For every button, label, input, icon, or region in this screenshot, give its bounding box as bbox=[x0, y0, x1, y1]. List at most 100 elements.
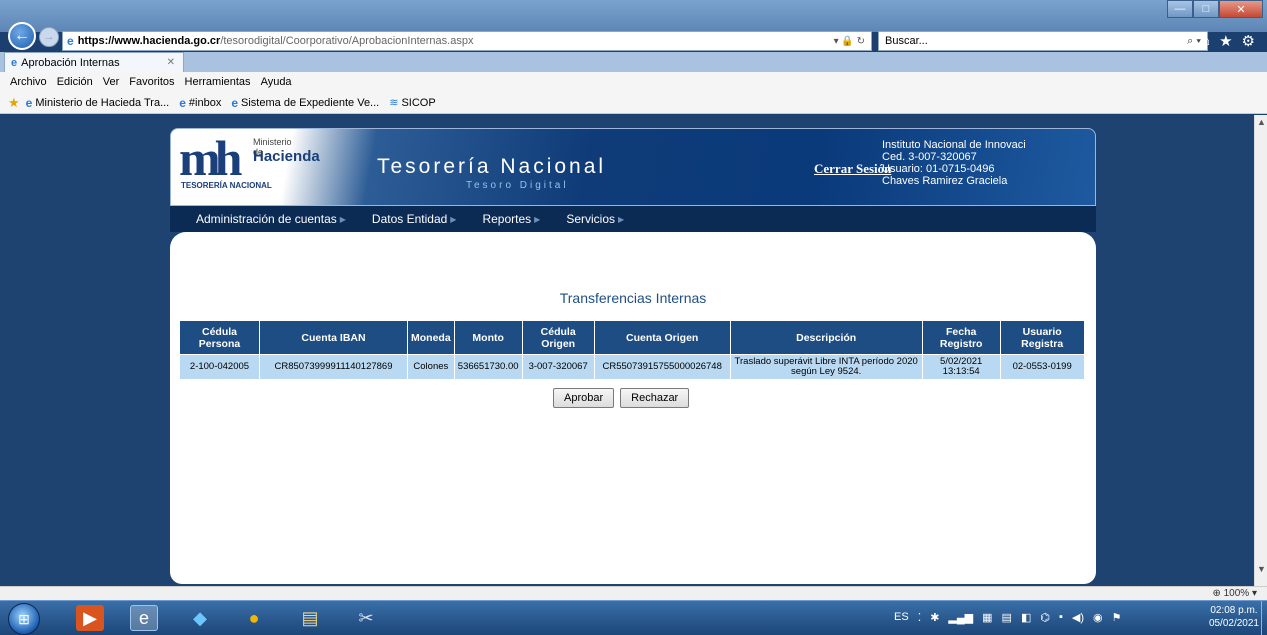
search-icon[interactable]: ⌕ ▾ bbox=[1187, 35, 1201, 48]
nav-servicios[interactable]: Servicios ▶ bbox=[566, 212, 624, 226]
nav-administracion-cuentas[interactable]: Administración de cuentas ▶ bbox=[196, 212, 346, 226]
table-header-row: Cédula Persona Cuenta IBAN Moneda Monto … bbox=[179, 320, 1085, 355]
chrome-icon[interactable]: ● bbox=[240, 605, 268, 631]
browser-toolbar-icons: ⌂ ★ ⚙ bbox=[1201, 32, 1255, 50]
vertical-scrollbar[interactable]: ▲ ▼ bbox=[1254, 115, 1267, 586]
menu-favoritos[interactable]: Favoritos bbox=[129, 76, 174, 88]
user-institution: Instituto Nacional de Innovaci bbox=[882, 139, 1026, 151]
col-monto: Monto bbox=[453, 320, 523, 355]
favorite-item-sicop[interactable]: ≋ SICOP bbox=[389, 96, 436, 110]
favorites-star-icon[interactable]: ★ bbox=[1219, 32, 1232, 50]
content-panel: Transferencias Internas Cédula Persona C… bbox=[170, 232, 1096, 584]
hacienda-logo: mh Ministerio de Hacienda TESORERÍA NACI… bbox=[179, 130, 320, 190]
nav-label: Administración de cuentas bbox=[196, 212, 337, 226]
ie-page-icon: e bbox=[25, 95, 33, 110]
window-titlebar: — □ ✕ bbox=[0, 0, 1267, 32]
address-bar[interactable]: e https:// www.hacienda.go.cr /tesorodig… bbox=[62, 31, 872, 51]
windows-taskbar: ⊞ ▶ e ◆ ● ▤ ✂ ES ⁚ ✱ ▂▄▆ ▦ ▤ ◧ ⌬ ▪ ◀) ◉ … bbox=[0, 600, 1267, 635]
tray-app4-icon[interactable]: ▪ bbox=[1059, 611, 1063, 624]
col-cedula-origen: Cédula Origen bbox=[521, 320, 595, 355]
arrow-right-icon: ▶ bbox=[339, 214, 346, 224]
tray-app3-icon[interactable]: ◧ bbox=[1021, 611, 1031, 624]
menu-herramientas[interactable]: Herramientas bbox=[185, 76, 251, 88]
language-indicator[interactable]: ES bbox=[894, 611, 909, 624]
menu-edicion[interactable]: Edición bbox=[57, 76, 93, 88]
network-icon[interactable]: ⌬ bbox=[1040, 611, 1050, 624]
back-button[interactable]: ← bbox=[8, 22, 36, 50]
approve-button[interactable]: Aprobar bbox=[553, 388, 615, 408]
logo-big-text: Hacienda bbox=[253, 148, 320, 165]
favorites-add-icon[interactable]: ★ bbox=[8, 95, 20, 111]
tab-active[interactable]: e Aprobación Internas ✕ bbox=[4, 52, 184, 72]
favorite-item-expediente[interactable]: e Sistema de Expediente Ve... bbox=[231, 96, 379, 110]
favorite-item-inbox[interactable]: e #inbox bbox=[179, 96, 221, 110]
snipping-tool-icon[interactable]: ✂ bbox=[352, 605, 380, 631]
wifi-icon: ≋ bbox=[389, 97, 399, 109]
logout-link[interactable]: Cerrar Sesión bbox=[814, 161, 891, 177]
file-explorer-icon[interactable]: ▤ bbox=[296, 605, 324, 631]
forward-button[interactable]: → bbox=[39, 27, 59, 47]
photos-app-icon[interactable]: ◆ bbox=[186, 605, 214, 631]
action-buttons: Aprobar Rechazar bbox=[553, 388, 690, 408]
cell-fecha-registro: 5/02/2021 13:13:54 bbox=[921, 354, 1001, 380]
logo-sub-text: TESORERÍA NACIONAL bbox=[181, 181, 272, 190]
window-controls: — □ ✕ bbox=[1167, 0, 1263, 18]
table-row[interactable]: 2-100-042005 CR85073999911140127869 Colo… bbox=[179, 354, 1085, 380]
tab-title: Aprobación Internas bbox=[21, 56, 120, 69]
nav-datos-entidad[interactable]: Datos Entidad ▶ bbox=[372, 212, 457, 226]
menu-ver[interactable]: Ver bbox=[103, 76, 120, 88]
arrow-right-icon: ▶ bbox=[618, 214, 625, 224]
volume-icon[interactable]: ◀) bbox=[1072, 611, 1084, 624]
site-header: mh Ministerio de Hacienda TESORERÍA NACI… bbox=[170, 128, 1096, 206]
menu-bar: Archivo Edición Ver Favoritos Herramient… bbox=[0, 72, 1267, 92]
mh-logo-mark: mh bbox=[179, 130, 243, 186]
chevron-down-icon: ▾ bbox=[1251, 588, 1257, 599]
cell-cedula: 2-100-042005 bbox=[179, 354, 260, 380]
cell-monto: 536651730.00 bbox=[453, 354, 523, 380]
gear-icon[interactable]: ⚙ bbox=[1242, 32, 1255, 50]
scroll-up-icon[interactable]: ▲ bbox=[1257, 117, 1266, 127]
favorite-label: Ministerio de Hacieda Tra... bbox=[35, 96, 170, 109]
close-window-button[interactable]: ✕ bbox=[1219, 0, 1263, 18]
scroll-down-icon[interactable]: ▼ bbox=[1257, 564, 1266, 574]
tray-app2-icon[interactable]: ▤ bbox=[1002, 611, 1012, 624]
maximize-button[interactable]: □ bbox=[1193, 0, 1219, 18]
zoom-level[interactable]: ⊕ 100% ▾ bbox=[1212, 588, 1257, 599]
reject-button[interactable]: Rechazar bbox=[620, 388, 690, 408]
page-viewport: mh Ministerio de Hacienda TESORERÍA NACI… bbox=[0, 115, 1254, 586]
tab-close-icon[interactable]: ✕ bbox=[167, 57, 175, 68]
favorite-item-ministerio[interactable]: e Ministerio de Hacieda Tra... bbox=[26, 96, 170, 110]
start-button[interactable]: ⊞ bbox=[8, 603, 40, 635]
user-ced: Ced. 3-007-320067 bbox=[882, 151, 977, 163]
tray-app-icon[interactable]: ▦ bbox=[982, 611, 992, 624]
arrow-right-icon: ▶ bbox=[534, 214, 541, 224]
menu-archivo[interactable]: Archivo bbox=[10, 76, 47, 88]
minimize-button[interactable]: — bbox=[1167, 0, 1193, 18]
system-tray: ES ⁚ ✱ ▂▄▆ ▦ ▤ ◧ ⌬ ▪ ◀) ◉ ⚑ bbox=[894, 611, 1121, 624]
show-desktop-button[interactable] bbox=[1261, 601, 1267, 635]
flag-icon[interactable]: ⚑ bbox=[1112, 611, 1122, 624]
signal-icon[interactable]: ▂▄▆ bbox=[948, 611, 973, 624]
ie-page-icon: e bbox=[231, 95, 239, 110]
media-app-icon[interactable]: ▶ bbox=[76, 605, 104, 631]
search-box[interactable]: Buscar... ⌕ ▾ bbox=[878, 31, 1208, 51]
col-moneda: Moneda bbox=[407, 320, 455, 355]
favorite-label: SICOP bbox=[401, 96, 436, 109]
clock[interactable]: 02:08 p.m. 05/02/2021 bbox=[1209, 604, 1259, 630]
nav-reportes[interactable]: Reportes ▶ bbox=[482, 212, 540, 226]
clock-date: 05/02/2021 bbox=[1208, 618, 1259, 629]
menu-ayuda[interactable]: Ayuda bbox=[261, 76, 292, 88]
home-icon[interactable]: ⌂ bbox=[1201, 32, 1210, 50]
internet-explorer-icon[interactable]: e bbox=[130, 605, 158, 631]
url-protocol: https:// bbox=[77, 35, 115, 47]
col-cedula-persona: Cédula Persona bbox=[179, 320, 260, 355]
zoom-icon: ⊕ bbox=[1212, 588, 1221, 599]
clock-time: 02:08 p.m. bbox=[1210, 605, 1258, 616]
url-path: /tesorodigital/Coorporativo/AprobacionIn… bbox=[220, 35, 474, 47]
bluetooth-icon[interactable]: ✱ bbox=[930, 611, 939, 624]
col-descripcion: Descripción bbox=[729, 320, 923, 355]
tray-dots-icon[interactable]: ⁚ bbox=[918, 611, 922, 624]
nav-label: Reportes bbox=[482, 212, 532, 226]
tray-app5-icon[interactable]: ◉ bbox=[1093, 611, 1103, 624]
lock-refresh-icons[interactable]: ▾ 🔒 ↻ bbox=[834, 36, 865, 47]
